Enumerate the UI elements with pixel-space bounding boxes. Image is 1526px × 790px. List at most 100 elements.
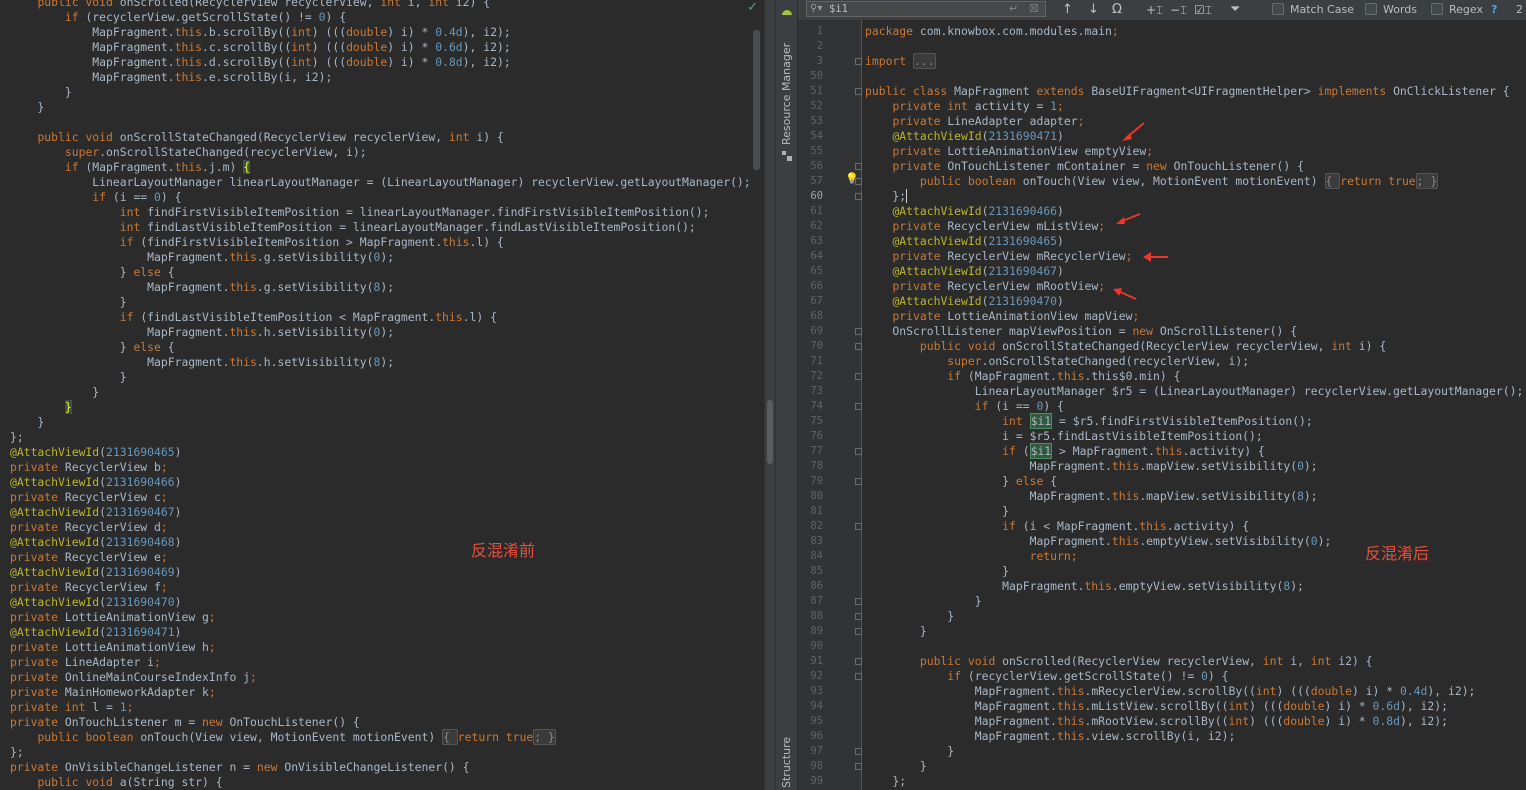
left-code-area[interactable]: public void onScrolled(RecyclerView recy… xyxy=(10,0,751,790)
line-number[interactable]: 64 xyxy=(798,249,823,264)
split-divider[interactable] xyxy=(764,0,776,790)
code-line[interactable]: if (recyclerView.getScrollState() != 0) … xyxy=(10,10,751,25)
fold-marker-icon[interactable] xyxy=(855,628,862,635)
line-number[interactable]: 62 xyxy=(798,219,823,234)
code-line[interactable]: if ($i1 > MapFragment.this.activity) { xyxy=(865,443,1523,459)
line-number[interactable]: 53 xyxy=(798,114,823,129)
line-number[interactable]: 61 xyxy=(798,204,823,219)
code-line[interactable]: private LineAdapter adapter; xyxy=(865,114,1523,129)
code-line[interactable]: private LottieAnimationView g; xyxy=(10,610,751,625)
code-line[interactable]: MapFragment.this.emptyView.setVisibility… xyxy=(865,579,1523,594)
code-line[interactable]: } else { xyxy=(10,265,751,280)
code-line[interactable]: MapFragment.this.g.setVisibility(0); xyxy=(10,250,751,265)
new-line-icon[interactable]: ↵ xyxy=(1009,2,1018,16)
code-line[interactable]: private LineAdapter i; xyxy=(10,655,751,670)
match-case-checkbox[interactable] xyxy=(1272,3,1284,15)
left-vertical-scrollbar[interactable] xyxy=(753,30,760,170)
right-editor-pane[interactable]: ⚲▾ ↵ ☒ ↑ ↓ Ω +⌶ −⌶ ☑⌶ ⏷ Match Case Words… xyxy=(798,0,1526,790)
line-number[interactable]: 77 xyxy=(798,444,823,459)
code-line[interactable]: private RecyclerView c; xyxy=(10,490,751,505)
code-line[interactable]: @AttachViewId(2131690466) xyxy=(10,475,751,490)
code-line[interactable] xyxy=(865,39,1523,54)
code-line[interactable]: @AttachViewId(2131690470) xyxy=(10,595,751,610)
divider-scroll-thumb[interactable] xyxy=(767,400,773,464)
filter-icon[interactable]: ⏷ xyxy=(1230,2,1240,18)
code-line[interactable]: } xyxy=(10,85,751,100)
line-number[interactable]: 87 xyxy=(798,594,823,609)
code-line[interactable]: } xyxy=(865,594,1523,609)
left-editor-pane[interactable]: public void onScrolled(RecyclerView recy… xyxy=(0,0,764,790)
line-number[interactable]: 69 xyxy=(798,324,823,339)
code-line[interactable]: MapFragment.this.mapView.setVisibility(0… xyxy=(865,459,1523,474)
line-number[interactable]: 56 xyxy=(798,159,823,174)
code-line[interactable]: private RecyclerView e; xyxy=(10,550,751,565)
line-number[interactable]: 85 xyxy=(798,564,823,579)
code-line[interactable]: MapFragment.this.d.scrollBy((int) (((dou… xyxy=(10,55,751,70)
resource-manager-tab[interactable]: Resource Manager xyxy=(780,43,793,145)
line-number[interactable]: 84 xyxy=(798,549,823,564)
fold-marker-icon[interactable] xyxy=(855,373,862,380)
code-line[interactable]: @AttachViewId(2131690466) xyxy=(865,204,1523,219)
fold-marker-icon[interactable] xyxy=(855,193,862,200)
code-line[interactable]: if (i < MapFragment.this.activity) { xyxy=(865,519,1523,534)
code-line[interactable]: } else { xyxy=(10,340,751,355)
regex-label[interactable]: Regex xyxy=(1449,2,1483,18)
line-number[interactable]: 82 xyxy=(798,519,823,534)
line-number[interactable]: 94 xyxy=(798,699,823,714)
code-line[interactable]: public boolean onTouch(View view, Motion… xyxy=(865,173,1523,189)
code-line[interactable]: MapFragment.this.h.setVisibility(0); xyxy=(10,325,751,340)
code-line[interactable]: } xyxy=(10,400,751,415)
code-line[interactable]: public class MapFragment extends BaseUIF… xyxy=(865,84,1523,99)
fold-marker-icon[interactable] xyxy=(855,673,862,680)
code-line[interactable]: } xyxy=(10,415,751,430)
code-line[interactable]: LinearLayoutManager linearLayoutManager … xyxy=(10,175,750,190)
code-line[interactable]: }; xyxy=(10,745,751,760)
find-all-icon[interactable]: Ω xyxy=(1112,2,1122,18)
code-line[interactable]: private LottieAnimationView h; xyxy=(10,640,751,655)
line-number[interactable]: 86 xyxy=(798,579,823,594)
code-line[interactable]: public void onScrollStateChanged(Recycle… xyxy=(10,130,751,145)
fold-marker-icon[interactable] xyxy=(855,598,862,605)
line-number[interactable]: 83 xyxy=(798,534,823,549)
code-line[interactable]: } xyxy=(865,564,1523,579)
code-line[interactable]: @AttachViewId(2131690468) xyxy=(10,535,751,550)
line-number[interactable]: 57 xyxy=(798,174,823,189)
code-line[interactable]: public void onScrollStateChanged(Recycle… xyxy=(865,339,1523,354)
line-number[interactable]: 68 xyxy=(798,309,823,324)
code-line[interactable]: public boolean onTouch(View view, Motion… xyxy=(10,729,751,745)
line-number[interactable]: 97 xyxy=(798,744,823,759)
line-number[interactable]: 63 xyxy=(798,234,823,249)
code-line[interactable]: } xyxy=(10,100,751,115)
next-occurrence-icon[interactable]: ↓ xyxy=(1088,2,1099,18)
code-line[interactable]: int findLastVisibleItemPosition = linear… xyxy=(10,220,751,235)
line-number[interactable]: 66 xyxy=(798,279,823,294)
code-line[interactable]: super.onScrollStateChanged(recyclerView,… xyxy=(865,354,1523,369)
code-line[interactable]: if (MapFragment.this.j.m) { xyxy=(10,160,751,175)
line-number[interactable]: 73 xyxy=(798,384,823,399)
line-number[interactable]: 54 xyxy=(798,129,823,144)
line-number[interactable]: 88 xyxy=(798,609,823,624)
remove-occurrence-icon[interactable]: −⌶ xyxy=(1170,2,1187,18)
code-line[interactable]: } xyxy=(10,295,751,310)
search-box[interactable]: ⚲▾ ↵ ☒ xyxy=(806,1,1046,17)
code-line[interactable]: if (MapFragment.this.this$0.min) { xyxy=(865,369,1523,384)
fold-marker-icon[interactable] xyxy=(855,613,862,620)
match-case-label[interactable]: Match Case xyxy=(1290,2,1354,18)
line-number[interactable]: 74 xyxy=(798,399,823,414)
code-line[interactable]: } xyxy=(10,385,751,400)
code-line[interactable]: MapFragment.this.g.setVisibility(8); xyxy=(10,280,751,295)
previous-occurrence-icon[interactable]: ↑ xyxy=(1062,2,1073,18)
code-line[interactable]: MapFragment.this.b.scrollBy((int) (((dou… xyxy=(10,25,751,40)
line-number[interactable]: 91 xyxy=(798,654,823,669)
code-line[interactable]: private int l = 1; xyxy=(10,700,751,715)
line-number[interactable]: 50 xyxy=(798,69,823,84)
fold-marker-icon[interactable] xyxy=(855,58,862,65)
code-line[interactable]: @AttachViewId(2131690471) xyxy=(10,625,751,640)
code-line[interactable]: private RecyclerView mListView; xyxy=(865,219,1523,234)
code-line[interactable]: import ... xyxy=(865,53,1523,69)
code-line[interactable]: private RecyclerView mRootView; xyxy=(865,279,1523,294)
code-line[interactable]: if (recyclerView.getScrollState() != 0) … xyxy=(865,669,1523,684)
words-checkbox[interactable] xyxy=(1365,3,1377,15)
code-line[interactable]: }; xyxy=(865,189,1523,204)
line-number[interactable]: 67 xyxy=(798,294,823,309)
